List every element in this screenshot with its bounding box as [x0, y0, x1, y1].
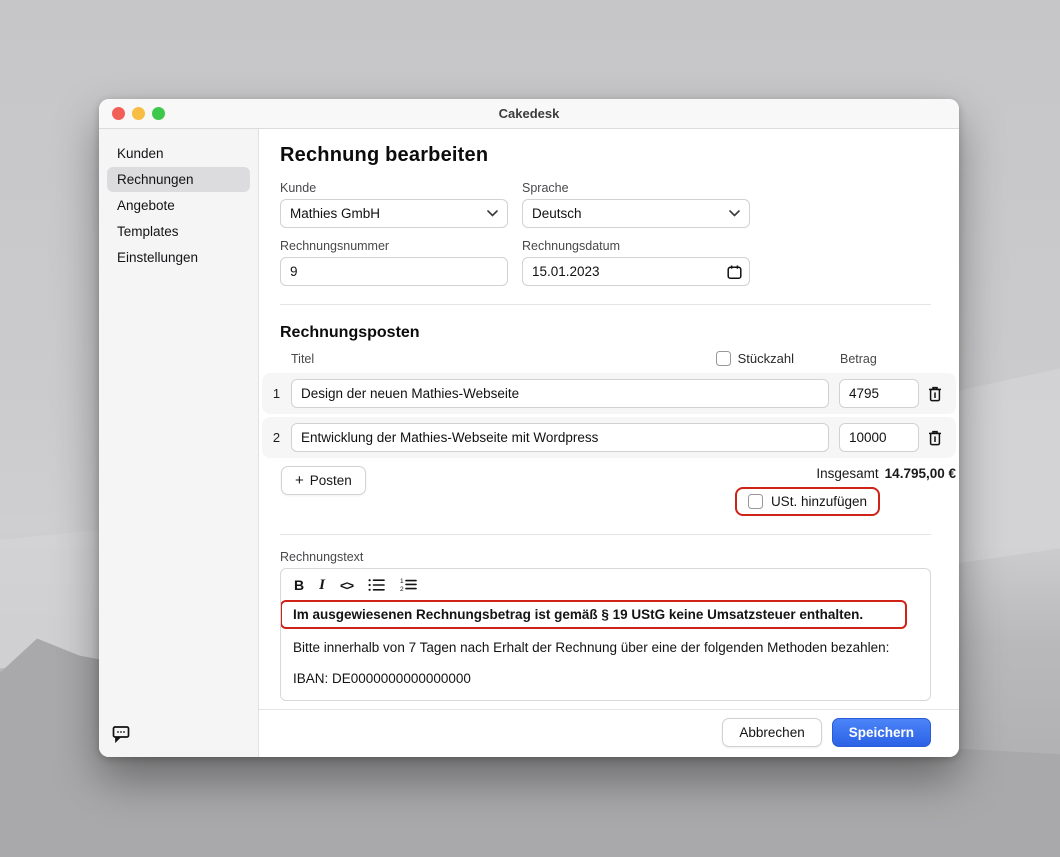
- chevron-down-icon: [729, 210, 740, 217]
- posten-2-betrag-input[interactable]: [839, 423, 919, 452]
- bold-icon[interactable]: B: [294, 576, 304, 594]
- save-button[interactable]: Speichern: [832, 718, 931, 747]
- sprache-select-value: Deutsch: [532, 206, 582, 221]
- kunde-label: Kunde: [280, 181, 508, 195]
- sidebar: Kunden Rechnungen Angebote Templates Ein…: [99, 129, 259, 757]
- sidebar-item-rechnungen[interactable]: Rechnungen: [107, 167, 250, 192]
- sidebar-item-templates[interactable]: Templates: [107, 219, 250, 244]
- kunde-select[interactable]: Mathies GmbH: [280, 199, 508, 228]
- trash-icon: [928, 386, 942, 402]
- italic-icon[interactable]: I: [319, 576, 325, 594]
- vat-checkbox-label: USt. hinzufügen: [771, 494, 867, 509]
- editor-toolbar: B I <>: [281, 569, 930, 599]
- sprache-select[interactable]: Deutsch: [522, 199, 750, 228]
- invoice-text-line-2[interactable]: Bitte innerhalb von 7 Tagen nach Erhalt …: [281, 640, 930, 655]
- rechnungsnummer-label: Rechnungsnummer: [280, 239, 508, 253]
- total-value: 14.795,00 €: [885, 466, 956, 481]
- kunde-select-value: Mathies GmbH: [290, 206, 380, 221]
- total-label: Insgesamt: [816, 466, 878, 481]
- trash-icon: [928, 430, 942, 446]
- vat-annotation-box: USt. hinzufügen: [735, 487, 880, 516]
- field-kunde: Kunde Mathies GmbH: [280, 181, 508, 228]
- window-title: Cakedesk: [99, 106, 959, 121]
- posten-2-delete-button[interactable]: [922, 426, 948, 450]
- column-betrag: Betrag: [840, 352, 948, 366]
- sidebar-item-kunden[interactable]: Kunden: [107, 141, 250, 166]
- rechnungsnummer-input[interactable]: [280, 257, 508, 286]
- section-divider: [280, 304, 931, 305]
- stueckzahl-checkbox[interactable]: [716, 351, 731, 366]
- column-titel: Titel: [291, 352, 716, 366]
- invoice-text-line-3[interactable]: IBAN: DE0000000000000000: [281, 671, 930, 700]
- titlebar: Cakedesk: [99, 99, 959, 129]
- vat-checkbox[interactable]: [748, 494, 763, 509]
- sidebar-item-einstellungen[interactable]: Einstellungen: [107, 245, 250, 270]
- field-rechnungsdatum: Rechnungsdatum: [522, 239, 750, 286]
- posten-table: Titel Stückzahl Betrag 1: [262, 351, 956, 516]
- bullet-list-icon[interactable]: [368, 576, 385, 594]
- feedback-chat-button[interactable]: [112, 724, 132, 744]
- code-icon[interactable]: <>: [340, 576, 353, 594]
- rechnungsdatum-input[interactable]: [522, 257, 750, 286]
- posten-header-row: Titel Stückzahl Betrag: [262, 351, 956, 373]
- rechnungsdatum-label: Rechnungsdatum: [522, 239, 750, 253]
- svg-text:2: 2: [400, 586, 404, 592]
- app-window: Cakedesk Kunden Rechnungen Angebote Temp…: [99, 99, 959, 757]
- invoice-text-line-1[interactable]: Im ausgewiesenen Rechnungsbetrag ist gem…: [280, 600, 907, 629]
- field-sprache: Sprache Deutsch: [522, 181, 750, 228]
- posten-row-1: 1: [262, 373, 956, 414]
- dialog-footer: Abbrechen Speichern: [259, 709, 959, 757]
- svg-text:1: 1: [400, 578, 404, 585]
- add-posten-label: Posten: [310, 473, 352, 488]
- row-index: 1: [262, 386, 291, 401]
- posten-row-2: 2: [262, 417, 956, 458]
- speech-bubble-icon: [112, 725, 131, 743]
- calendar-icon[interactable]: [727, 264, 742, 279]
- rechnungstext-editor[interactable]: B I <>: [280, 568, 931, 701]
- posten-1-betrag-input[interactable]: [839, 379, 919, 408]
- plus-icon: +: [295, 473, 304, 488]
- total-line: Insgesamt 14.795,00 €: [816, 466, 956, 481]
- invoice-form: Kunde Mathies GmbH Sprache Deu: [280, 181, 931, 286]
- rechnungstext-label: Rechnungstext: [280, 550, 931, 564]
- desktop-wallpaper: Cakedesk Kunden Rechnungen Angebote Temp…: [0, 0, 1060, 857]
- posten-1-titel-input[interactable]: [291, 379, 829, 408]
- numbered-list-icon[interactable]: 1 2: [400, 576, 417, 594]
- add-posten-button[interactable]: + Posten: [281, 466, 366, 495]
- page-title: Rechnung bearbeiten: [280, 144, 931, 167]
- sidebar-item-angebote[interactable]: Angebote: [107, 193, 250, 218]
- section-divider: [280, 534, 931, 535]
- cancel-button[interactable]: Abbrechen: [722, 718, 821, 747]
- stueckzahl-label: Stückzahl: [738, 351, 794, 366]
- posten-heading: Rechnungsposten: [280, 324, 931, 342]
- row-index: 2: [262, 430, 291, 445]
- chevron-down-icon: [487, 210, 498, 217]
- sprache-label: Sprache: [522, 181, 750, 195]
- posten-2-titel-input[interactable]: [291, 423, 829, 452]
- field-rechnungsnummer: Rechnungsnummer: [280, 239, 508, 286]
- posten-1-delete-button[interactable]: [922, 382, 948, 406]
